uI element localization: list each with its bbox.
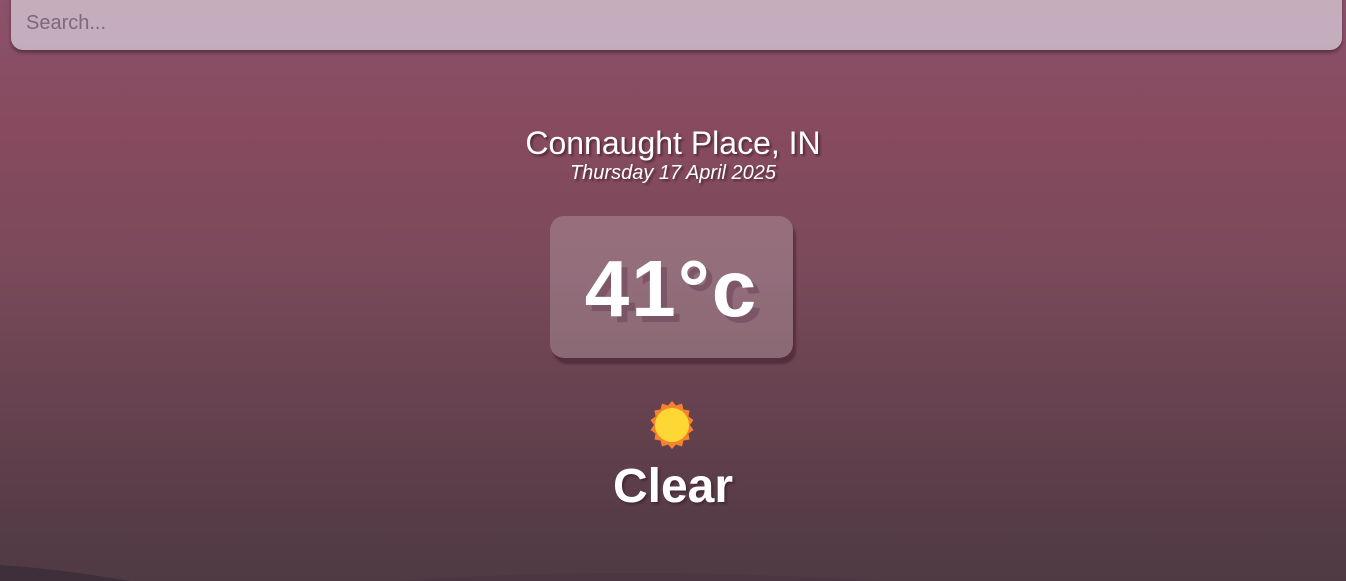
temperature-value: 41°c <box>584 244 759 333</box>
search-bar <box>11 0 1342 50</box>
weather-condition: Clear <box>612 460 734 513</box>
temperature-box: 41°c <box>550 216 793 358</box>
sun-core <box>655 408 689 442</box>
background-hills <box>0 565 880 581</box>
sun-icon <box>650 401 694 449</box>
location-name: Connaught Place, IN <box>525 125 821 161</box>
search-input[interactable] <box>11 0 1342 50</box>
current-date: Thursday 17 April 2025 <box>569 162 777 184</box>
